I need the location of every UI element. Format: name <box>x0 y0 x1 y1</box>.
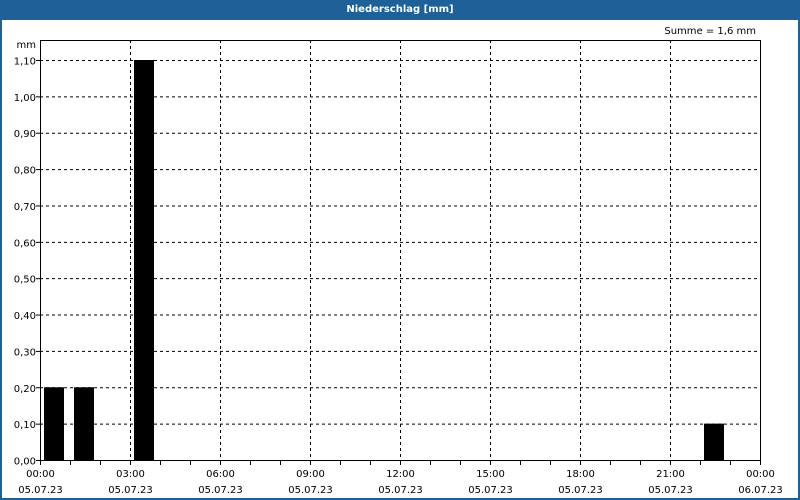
x-tick-time: 03:00 <box>116 469 145 480</box>
x-tick-date: 06.07.23 <box>738 485 783 496</box>
y-tick-label: 0,30 <box>14 347 36 358</box>
y-tick-label: 1,10 <box>14 57 36 68</box>
x-tick-time: 18:00 <box>566 469 595 480</box>
bar <box>134 60 154 460</box>
bar <box>704 423 724 460</box>
chart-window: Niederschlag [mm] 0,00 0,10 0,20 0,30 0,40 0,… <box>0 0 800 500</box>
y-tick-label: 0,70 <box>14 202 36 213</box>
y-tick-label: 0,40 <box>14 311 36 322</box>
y-tick-label: 0,50 <box>14 275 36 286</box>
x-tick-time: 00:00 <box>746 469 775 480</box>
sum-label: Summe = 1,6 mm <box>664 26 756 37</box>
y-tick-label: 0,60 <box>14 238 36 249</box>
x-tick-time: 12:00 <box>386 469 415 480</box>
bar <box>44 387 64 460</box>
bar <box>74 387 94 460</box>
y-tick-label: 0,20 <box>14 384 36 395</box>
x-tick-time: 15:00 <box>476 469 505 480</box>
x-tick-date: 05.07.23 <box>558 485 603 496</box>
x-tick-date: 05.07.23 <box>288 485 333 496</box>
y-tick-label: 1,00 <box>14 93 36 104</box>
x-tick-date: 05.07.23 <box>648 485 693 496</box>
x-tick-time: 00:00 <box>26 469 55 480</box>
y-tick-label: 0,10 <box>14 420 36 431</box>
x-tick-time: 09:00 <box>296 469 325 480</box>
x-tick-time: 06:00 <box>206 469 235 480</box>
x-tick-date: 05.07.23 <box>18 485 63 496</box>
x-tick-date: 05.07.23 <box>198 485 243 496</box>
precipitation-chart: 0,00 0,10 0,20 0,30 0,40 0,50 0,60 0,70 0,80 0,90… <box>14 26 783 496</box>
y-axis-unit: mm <box>17 40 36 51</box>
y-tick-label: 0,80 <box>14 166 36 177</box>
x-tick-time: 21:00 <box>656 469 685 480</box>
x-tick-date: 05.07.23 <box>378 485 423 496</box>
x-tick-date: 05.07.23 <box>468 485 513 496</box>
x-tick-date: 05.07.23 <box>108 485 153 496</box>
y-tick-label: 0,00 <box>14 457 36 468</box>
y-tick-label: 0,90 <box>14 129 36 140</box>
